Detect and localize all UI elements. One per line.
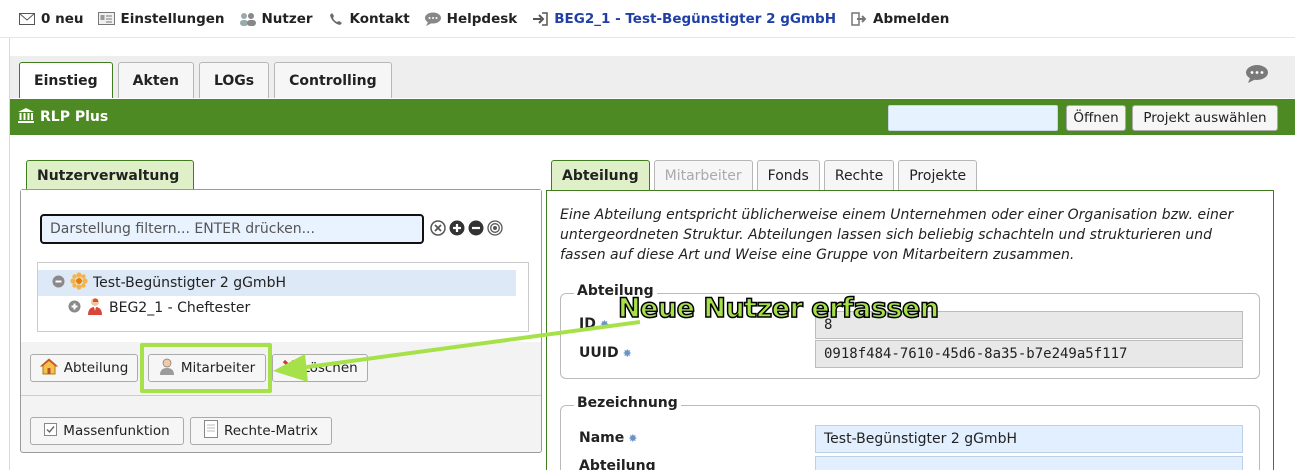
id-label-text: ID [579, 316, 596, 332]
clear-filter-icon[interactable] [430, 220, 446, 236]
parent-department-select[interactable] [815, 456, 1243, 470]
tab-rights[interactable]: Rechte [823, 160, 895, 190]
delete-button[interactable]: Löschen [272, 354, 368, 382]
tab-projects[interactable]: Projekte [898, 160, 978, 190]
panel-separator [21, 395, 541, 396]
contact-link[interactable]: Kontakt [327, 11, 410, 27]
bank-icon [18, 107, 34, 127]
tab-einstieg[interactable]: Einstieg [19, 62, 113, 98]
messages-link[interactable]: 0 neu [18, 11, 83, 27]
info-star-icon: ✸ [599, 317, 610, 331]
project-label: BEG2_1 - Test-Begünstigter 2 gGmbH [554, 10, 836, 27]
department-field-label: Abteilung [579, 456, 656, 470]
top-navigation: 0 neu Einstellungen Nutzer Kontakt Helpd… [0, 0, 1295, 38]
mass-function-button[interactable]: Massenfunktion [30, 417, 184, 445]
expand-node-icon[interactable] [68, 300, 81, 317]
tab-akten[interactable]: Akten [117, 62, 194, 98]
rights-matrix-button[interactable]: Rechte-Matrix [190, 417, 332, 445]
users-link[interactable]: Nutzer [239, 11, 313, 27]
project-number-input[interactable] [888, 105, 1058, 131]
detail-tabs: Abteilung Mitarbeiter Fonds Rechte Proje… [551, 160, 978, 190]
tab-user-management[interactable]: Nutzerverwaltung [26, 160, 194, 190]
login-arrow-icon [531, 11, 549, 27]
info-star-icon: ✸ [622, 346, 632, 360]
user-icon [86, 297, 104, 319]
tab-department[interactable]: Abteilung [551, 160, 650, 190]
add-department-button[interactable]: Abteilung [30, 354, 138, 382]
tab-logs[interactable]: LOGs [198, 62, 270, 98]
logout-label: Abmelden [873, 10, 950, 27]
settings-label: Einstellungen [120, 10, 225, 27]
uuid-field: 0918f484-7610-45d6-8a35-b7e249a5f117 [815, 340, 1243, 368]
messages-label: 0 neu [41, 10, 84, 27]
mail-icon [18, 11, 36, 27]
phone-icon [327, 11, 345, 27]
users-icon [239, 11, 257, 27]
department-field-label-text: Abteilung [579, 458, 656, 470]
house-icon [39, 357, 59, 379]
uuid-label: UUID ✸ [579, 340, 632, 366]
expand-all-icon[interactable] [449, 220, 465, 236]
logout-link[interactable]: Abmelden [850, 11, 949, 27]
helpdesk-link[interactable]: Helpdesk [424, 10, 518, 27]
delete-label: Löschen [302, 360, 358, 376]
select-project-button[interactable]: Projekt auswählen [1132, 105, 1278, 131]
collapse-node-icon[interactable] [52, 275, 65, 292]
main-tabs: Einstieg Akten LOGs Controlling [19, 62, 392, 98]
contact-label: Kontakt [349, 10, 410, 27]
department-description: Eine Abteilung entspricht üblicherweise … [560, 207, 1234, 263]
tab-employees: Mitarbeiter [653, 160, 753, 190]
chat-icon[interactable] [1245, 64, 1269, 88]
checkbox-icon [44, 422, 58, 440]
settings-link[interactable]: Einstellungen [97, 10, 225, 27]
uuid-label-text: UUID [579, 345, 619, 361]
name-label: Name ✸ [579, 425, 637, 451]
document-icon [203, 420, 218, 442]
employee-button-highlight [140, 343, 272, 393]
target-icon[interactable] [487, 220, 503, 236]
filter-input[interactable]: Darstellung filtern... ENTER drücken... [40, 214, 424, 244]
delete-x-icon [282, 359, 296, 377]
annotation-text: Neue Nutzer erfassen [617, 292, 940, 325]
tab-funds[interactable]: Fonds [756, 160, 820, 190]
project-link[interactable]: BEG2_1 - Test-Begünstigter 2 gGmbH [531, 11, 836, 27]
logout-icon [850, 11, 868, 27]
open-button[interactable]: Öffnen [1066, 105, 1126, 131]
tree-item-organization[interactable]: Test-Begünstigter 2 gGmbH [38, 270, 516, 296]
add-department-label: Abteilung [63, 360, 129, 376]
info-star-icon: ✸ [628, 431, 638, 445]
tree-item-user[interactable]: BEG2_1 - Cheftester [68, 296, 250, 320]
name-label-text: Name [579, 430, 625, 446]
organization-icon [70, 272, 88, 294]
tree-item-label: Test-Begünstigter 2 gGmbH [93, 275, 286, 291]
name-input[interactable]: Test-Begünstigter 2 gGmbH [815, 425, 1243, 453]
id-label: ID ✸ [579, 311, 609, 337]
tab-controlling[interactable]: Controlling [274, 62, 392, 98]
tree-controls [430, 220, 503, 236]
collapse-all-icon[interactable] [468, 220, 484, 236]
users-label: Nutzer [261, 10, 313, 27]
settings-card-icon [97, 11, 115, 27]
name-legend: Bezeichnung [574, 395, 681, 411]
helpdesk-label: Helpdesk [446, 10, 518, 27]
project-header-title: RLP Plus [40, 109, 109, 125]
chat-bubble-icon [424, 11, 442, 27]
tree-item-label: BEG2_1 - Cheftester [109, 300, 251, 316]
left-edge [0, 0, 10, 470]
rights-matrix-label: Rechte-Matrix [223, 423, 319, 439]
mass-function-label: Massenfunktion [63, 423, 170, 439]
